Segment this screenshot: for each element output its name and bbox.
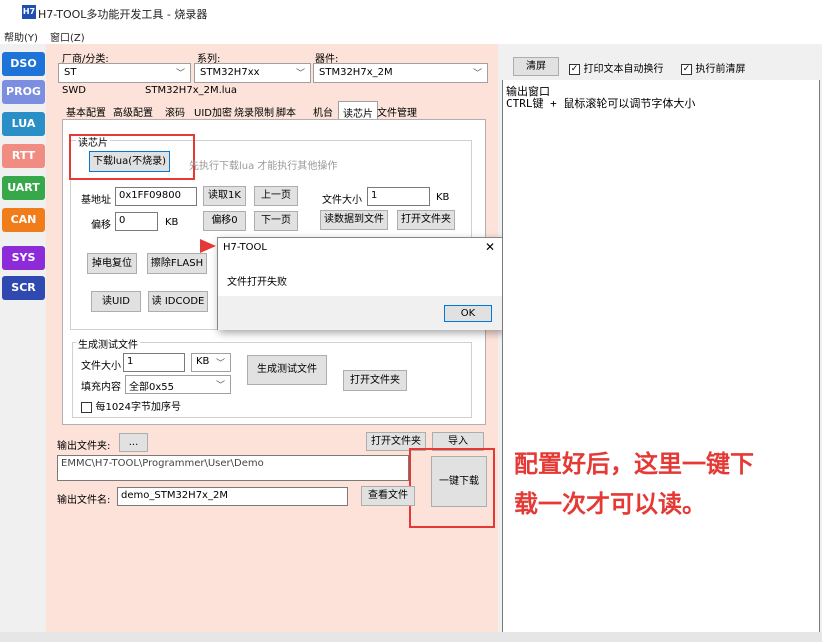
clear-before-row[interactable]: ✓ 执行前清屏 xyxy=(681,60,746,75)
power-reset-button[interactable]: 掉电复位 xyxy=(87,253,137,274)
seq-checkbox[interactable] xyxy=(81,401,92,413)
series-value: STM32H7xx xyxy=(200,67,260,78)
gen-size-unit-select[interactable]: KB ﹀ xyxy=(191,353,231,372)
prev-page-button[interactable]: 上一页 xyxy=(254,186,298,206)
lua-file-label: STM32H7x_2M.lua xyxy=(145,85,238,96)
vendor-select[interactable]: ST ﹀ xyxy=(58,63,191,83)
tab-9[interactable]: 文件管理 xyxy=(373,101,421,120)
menu-bar xyxy=(0,26,822,44)
sidebar-item-scr[interactable]: SCR xyxy=(2,276,45,300)
chevron-down-icon: ﹀ xyxy=(215,381,225,391)
tab-8[interactable]: 读芯片 xyxy=(338,101,378,120)
tab-3[interactable]: 滚码 xyxy=(161,101,189,120)
gen-test-group-title: 生成测试文件 xyxy=(76,336,140,351)
output-folder-label: 输出文件夹: xyxy=(57,441,111,452)
output-filename-input[interactable]: demo_STM32H7x_2M xyxy=(117,487,348,506)
log-line-2: CTRL键 + 鼠标滚轮可以调节字体大小 xyxy=(506,97,696,110)
auto-wrap-checkbox[interactable]: ✓ xyxy=(569,63,580,75)
sidebar-item-uart[interactable]: UART xyxy=(2,176,45,200)
file-size-input[interactable]: 1 xyxy=(367,187,430,206)
dialog-message: 文件打开失败 xyxy=(227,277,287,288)
chevron-down-icon: ﹀ xyxy=(215,359,225,369)
gen-test-file-button[interactable]: 生成测试文件 xyxy=(247,355,327,385)
error-dialog: H7-TOOL ✕ 文件打开失败 OK xyxy=(217,237,504,330)
download-lua-button[interactable]: 下载lua(不烧录) xyxy=(89,151,170,172)
sidebar-item-lua[interactable]: LUA xyxy=(2,112,45,136)
fill-select[interactable]: 全部0x55 ﹀ xyxy=(125,375,231,394)
sidebar-item-rtt[interactable]: RTT xyxy=(2,144,45,168)
tab-6[interactable]: 脚本 xyxy=(272,101,300,120)
clear-screen-button[interactable]: 清屏 xyxy=(513,57,559,76)
annotation-text: 配置好后，这里一键下 载一次才可以读。 xyxy=(514,444,754,524)
menu-help[interactable]: 帮助(Y) xyxy=(4,29,38,44)
clear-before-label: 执行前清屏 xyxy=(695,64,746,75)
sidebar-item-prog[interactable]: PROG xyxy=(2,80,45,104)
gen-size-input[interactable]: 1 xyxy=(123,353,185,372)
output-window[interactable]: 输出窗口 CTRL键 + 鼠标滚轮可以调节字体大小 xyxy=(502,50,820,635)
sidebar-item-can[interactable]: CAN xyxy=(2,208,45,232)
menu-window[interactable]: 窗口(Z) xyxy=(50,29,85,44)
chevron-down-icon: ﹀ xyxy=(175,69,185,79)
tab-1[interactable]: 基本配置 xyxy=(62,101,110,120)
gen-size-unit: KB xyxy=(196,356,210,367)
auto-wrap-row[interactable]: ✓ 打印文本自动换行 xyxy=(569,60,664,75)
seq-checkbox-label: 每1024字节加序号 xyxy=(95,402,181,413)
read-uid-button[interactable]: 读UID xyxy=(91,291,141,312)
tab-7[interactable]: 机台 xyxy=(309,101,337,120)
fill-label: 填充内容 xyxy=(81,382,121,393)
sidebar-item-dso[interactable]: DSO xyxy=(2,52,45,76)
download-hint: 先执行下载lua 才能执行其他操作 xyxy=(189,161,338,172)
erase-flash-button[interactable]: 擦除FLASH xyxy=(147,253,207,274)
device-select[interactable]: STM32H7x_2M ﹀ xyxy=(313,63,488,83)
file-size-unit: KB xyxy=(436,192,450,203)
dialog-close-icon[interactable]: ✕ xyxy=(485,240,495,254)
tab-2[interactable]: 高级配置 xyxy=(109,101,157,120)
gen-size-label: 文件大小 xyxy=(81,361,121,372)
chevron-down-icon: ﹀ xyxy=(472,69,482,79)
offset-input[interactable]: 0 xyxy=(115,212,158,231)
open-folder-button[interactable]: 打开文件夹 xyxy=(397,210,455,230)
offset-label: 偏移 xyxy=(91,220,111,231)
annotation-line-1: 配置好后，这里一键下 xyxy=(514,450,754,478)
offset0-button[interactable]: 偏移0 xyxy=(203,211,246,231)
browse-button[interactable]: ... xyxy=(119,433,148,452)
status-strip xyxy=(0,632,822,642)
dialog-title: H7-TOOL xyxy=(223,242,267,253)
one-key-download-button[interactable]: 一键下载 xyxy=(431,456,487,507)
chevron-down-icon: ﹀ xyxy=(295,69,305,79)
fill-value: 全部0x55 xyxy=(129,382,175,393)
read-1k-button[interactable]: 读取1K xyxy=(203,186,246,206)
annotation-line-2: 载一次才可以读。 xyxy=(514,490,706,518)
output-path-field[interactable]: EMMC\H7-TOOL\Programmer\User\Demo xyxy=(57,455,409,481)
tab-5[interactable]: 烧录限制 xyxy=(230,101,278,120)
dialog-ok-button[interactable]: OK xyxy=(444,305,492,322)
offset-unit: KB xyxy=(165,217,179,228)
view-file-button[interactable]: 查看文件 xyxy=(361,486,415,506)
auto-wrap-label: 打印文本自动换行 xyxy=(583,64,664,75)
series-select[interactable]: STM32H7xx ﹀ xyxy=(194,63,311,83)
file-size-label: 文件大小 xyxy=(322,195,362,206)
interface-label: SWD xyxy=(62,85,86,96)
base-addr-input[interactable]: 0x1FF09800 xyxy=(115,187,197,206)
read-to-file-button[interactable]: 读数据到文件 xyxy=(320,210,388,230)
window-title: H7-TOOL多功能开发工具 - 烧录器 xyxy=(38,8,208,21)
device-value: STM32H7x_2M xyxy=(319,67,393,78)
output-filename-label: 输出文件名: xyxy=(57,495,111,506)
gen-open-folder-button[interactable]: 打开文件夹 xyxy=(343,370,407,391)
sidebar-item-sys[interactable]: SYS xyxy=(2,246,45,270)
next-page-button[interactable]: 下一页 xyxy=(254,211,298,231)
seq-checkbox-row[interactable]: 每1024字节加序号 xyxy=(81,398,181,413)
vendor-value: ST xyxy=(64,67,77,78)
clear-before-checkbox[interactable]: ✓ xyxy=(681,63,692,75)
base-addr-label: 基地址 xyxy=(81,195,111,206)
arrow-pointer-icon xyxy=(200,239,216,253)
read-idcode-button[interactable]: 读 IDCODE xyxy=(148,291,208,312)
app-icon: H7 xyxy=(22,5,36,19)
